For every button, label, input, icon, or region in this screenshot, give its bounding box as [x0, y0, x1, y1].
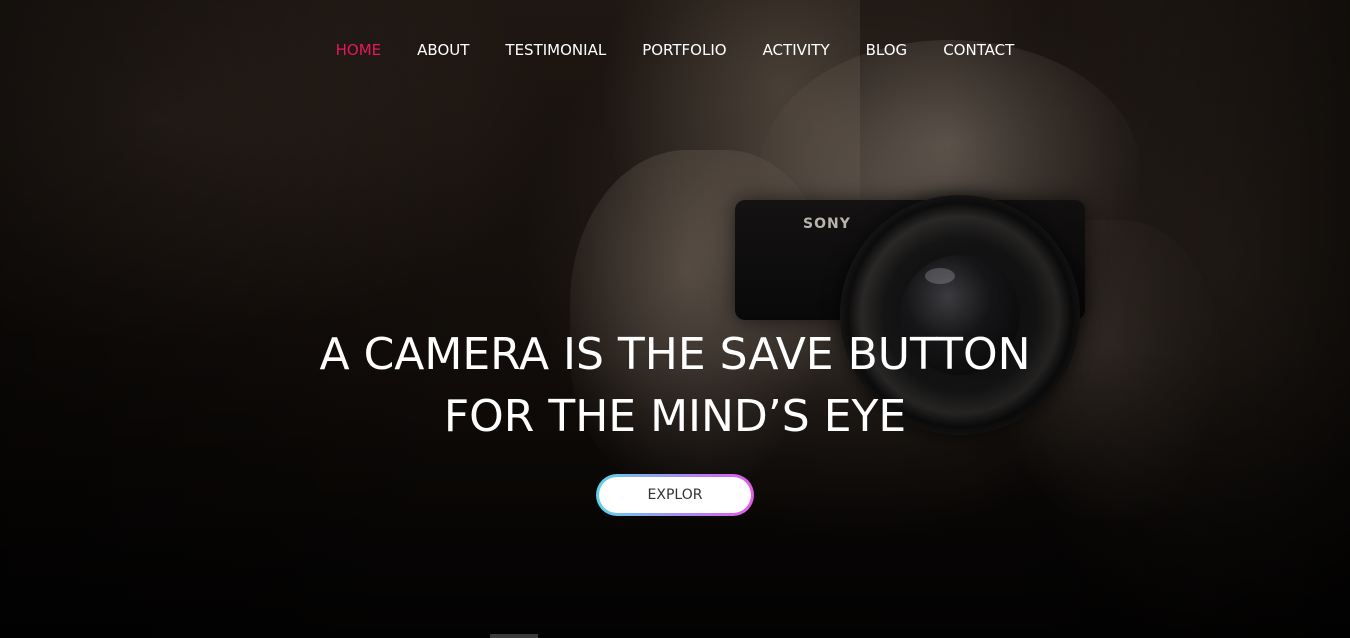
photo-vignette [0, 0, 1350, 638]
explor-button[interactable]: EXPLOR [599, 477, 751, 513]
scroll-indicator [490, 634, 538, 638]
photo-lens-glint [925, 268, 955, 284]
nav-item-blog[interactable]: BLOG [866, 38, 908, 62]
nav-item-activity[interactable]: ACTIVITY [763, 38, 830, 62]
hero-background-photo: SONY [0, 0, 1350, 638]
nav-item-testimonial[interactable]: TESTIMONIAL [505, 38, 606, 62]
photo-camera-body [735, 200, 1085, 320]
nav-item-about[interactable]: ABOUT [417, 38, 469, 62]
main-nav: HOME ABOUT TESTIMONIAL PORTFOLIO ACTIVIT… [0, 38, 1350, 62]
nav-item-portfolio[interactable]: PORTFOLIO [642, 38, 726, 62]
nav-item-contact[interactable]: CONTACT [943, 38, 1014, 62]
hero-section: SONY HOME ABOUT TESTIMONIAL PORTFOLIO AC… [0, 0, 1350, 638]
hero-headline-line-2: FOR THE MIND’S EYE [443, 391, 907, 442]
hero-headline-line-1: A CAMERA IS THE SAVE BUTTON [319, 329, 1031, 380]
hero-headline: A CAMERA IS THE SAVE BUTTON FOR THE MIND… [0, 324, 1350, 448]
photo-face [760, 40, 1140, 300]
nav-item-home[interactable]: HOME [336, 38, 382, 62]
explor-button-border: EXPLOR [596, 474, 754, 516]
photo-camera-brand: SONY [803, 216, 851, 232]
